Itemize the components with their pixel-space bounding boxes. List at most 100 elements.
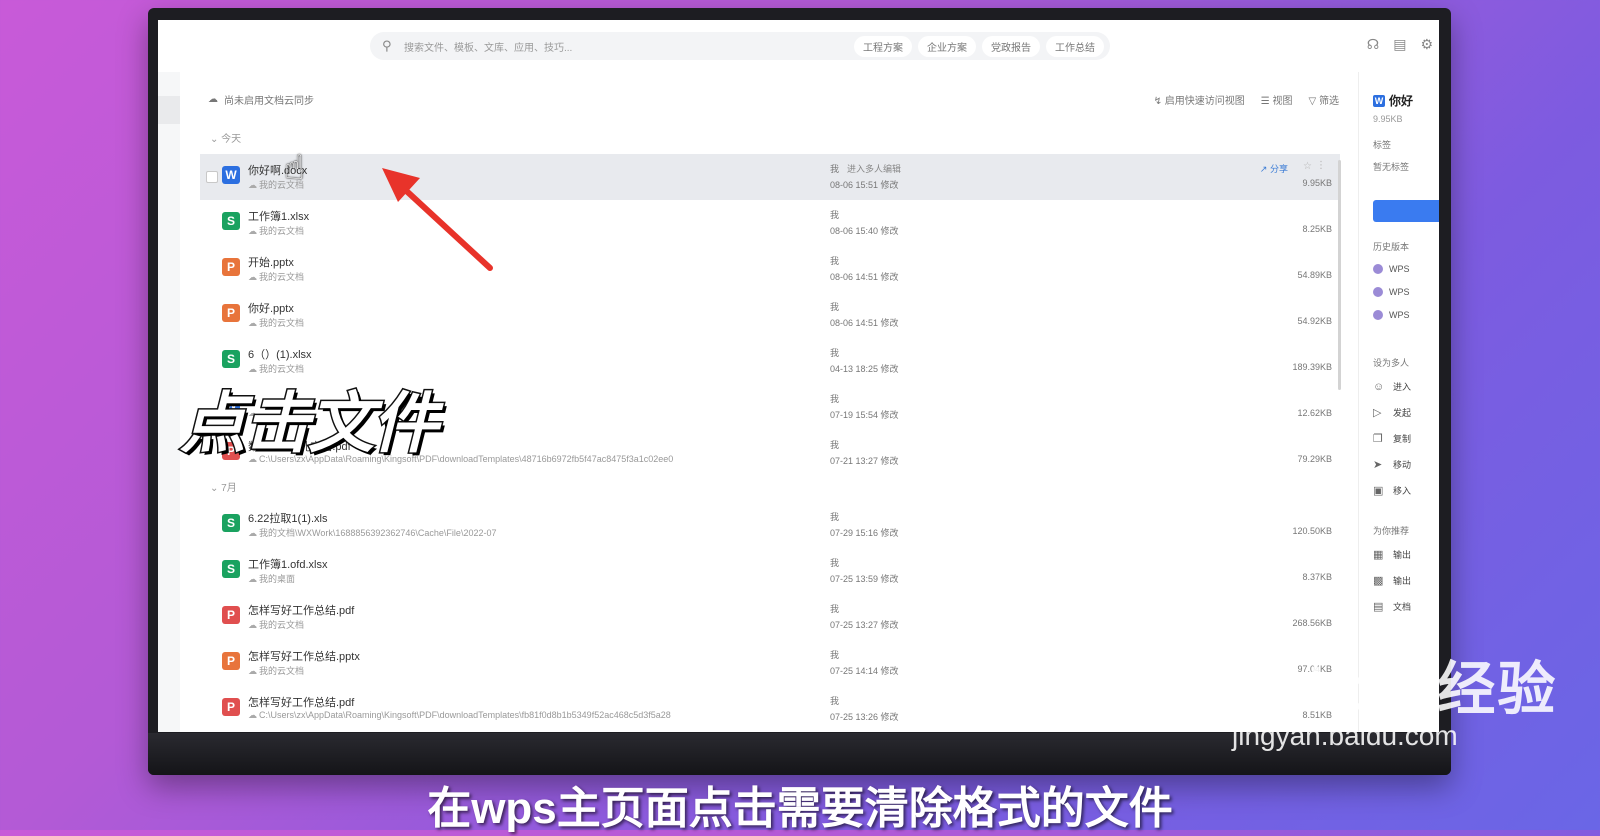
cloud-icon: ☁ <box>208 94 218 105</box>
file-location-text: 我的云文档 <box>259 620 305 630</box>
history-item[interactable]: WPS <box>1373 310 1410 320</box>
file-size: 54.92KB <box>1297 316 1332 326</box>
user-add-icon: ☺ <box>1373 380 1385 393</box>
file-size: 189.39KB <box>1292 362 1332 372</box>
file-owner-text: 我 <box>830 558 840 568</box>
file-location-text: 我的桌面 <box>259 574 296 584</box>
file-modified: 08-06 15:51 修改 <box>830 180 899 190</box>
file-row[interactable]: P 开始.pptx ☁ 我的云文档我 08-06 14:51 修改 54.89KB <box>200 246 1340 292</box>
panel-action[interactable]: ▷ 发起 <box>1373 406 1411 419</box>
chip-enterprise[interactable]: 企业方案 <box>918 35 976 57</box>
star-icon[interactable]: ☆ <box>1303 161 1312 172</box>
panel-multi-label: 设为多人 <box>1373 358 1410 368</box>
group-today[interactable]: ⌄ 今天 <box>210 130 241 145</box>
file-owner-text: 我 <box>830 440 840 450</box>
gear-icon[interactable]: ⚙ <box>1420 36 1433 53</box>
rail-active-item[interactable] <box>158 96 180 124</box>
file-location: ☁ 我的云文档 <box>248 618 304 631</box>
panel-action[interactable]: ▣ 移入 <box>1373 484 1411 497</box>
panel-action[interactable]: ❐ 复制 <box>1373 432 1411 445</box>
search-box[interactable]: ⚲ 搜索文件、模板、文库、应用、技巧... 工程方案 企业方案 党政报告 工作总… <box>370 32 1110 60</box>
file-name[interactable]: 工作簿1.xlsx <box>248 208 309 224</box>
file-name[interactable]: 怎样写好工作总结.pptx <box>248 648 360 664</box>
chip-party-report[interactable]: 党政报告 <box>982 35 1040 57</box>
left-rail <box>158 72 180 732</box>
search-input[interactable]: 搜索文件、模板、文库、应用、技巧... <box>404 39 854 54</box>
history-item[interactable]: WPS <box>1373 287 1410 297</box>
panel-no-tags: 暂无标签 <box>1373 162 1410 172</box>
detail-panel: W 你好 9.95KB 标签 暂无标签 历史版本 WPS WPS WPS 设为多… <box>1358 72 1439 732</box>
watermark-url: jingyan.baidu.com <box>1232 720 1458 751</box>
file-row[interactable]: P 怎样写好工作总结.pptx ☁ 我的云文档我 07-25 14:14 修改 97.04… <box>200 640 1340 686</box>
file-modified: 07-21 13:27 修改 <box>830 456 899 466</box>
file-row[interactable]: P 怎样写好工作总结.pdf ☁ 我的云文档 我 07-25 13:27 修改 268.56… <box>200 594 1340 640</box>
panel-recommend-item[interactable]: ▦ 输出 <box>1373 548 1411 561</box>
image-export-icon: ▩ <box>1373 575 1384 587</box>
file-name[interactable]: 怎样写好工作总结.pdf <box>248 694 354 710</box>
chip-engineering[interactable]: 工程方案 <box>854 35 912 57</box>
file-owner: 我 <box>830 694 839 707</box>
panel-tags-label: 标签 <box>1373 140 1392 150</box>
file-name[interactable]: 6（）(1).xlsx <box>248 346 312 362</box>
file-location-text: 我的云文档 <box>259 666 305 676</box>
file-size: 268.56KB <box>1292 618 1332 628</box>
file-row[interactable]: S 6.22拉取1(1).xls ☁ 我的文档\WXWork\168885639236… <box>200 502 1340 548</box>
list-view-icon: ☰ <box>1260 96 1270 107</box>
file-name[interactable]: 6.22拉取1(1).xls <box>248 510 327 526</box>
word-doc-icon: W <box>1373 94 1385 107</box>
history-item[interactable]: WPS <box>1373 264 1410 274</box>
file-row[interactable]: W 你好啊.docx ☁ 我的云文档我进入多人编辑 08-06 15:51 修改 9.95… <box>200 154 1340 200</box>
export-icon: ▦ <box>1373 549 1384 561</box>
document-icon: ▤ <box>1373 601 1384 613</box>
panel-primary-button[interactable] <box>1373 200 1439 222</box>
group-july[interactable]: ⌄ 7月 <box>210 479 237 494</box>
cloud-icon: ☁ <box>248 710 257 720</box>
file-name[interactable]: 开始.pptx <box>248 254 294 270</box>
quick-view-button[interactable]: ↯ 启用快速访问视图 <box>1154 92 1245 107</box>
filter-icon: ▽ <box>1308 96 1317 107</box>
file-row[interactable]: P 怎样写好工作总结.pdf ☁ C:\Users\zx\AppData\Roamin… <box>200 686 1340 732</box>
file-modified: 08-06 15:40 修改 <box>830 226 899 236</box>
panel-recommend-item[interactable]: ▤ 文档 <box>1373 600 1411 613</box>
sync-status[interactable]: ☁ 尚未启用文档云同步 <box>208 92 314 107</box>
file-owner: 我 <box>830 602 839 615</box>
file-row[interactable]: P 你好.pptx ☁ 我的云文档我 08-06 14:51 修改 54.92KB <box>200 292 1340 338</box>
multi-edit-link[interactable]: 进入多人编辑 <box>847 164 901 174</box>
group-today-label: 今天 <box>221 134 242 145</box>
panel-action[interactable]: ➤ 移动 <box>1373 458 1411 471</box>
file-modified: 07-25 13:27 修改 <box>830 620 899 630</box>
file-type-icon: S <box>222 212 240 230</box>
file-name[interactable]: 工作簿1.ofd.xlsx <box>248 556 327 572</box>
file-modified: 08-06 14:51 修改 <box>830 272 899 282</box>
file-row[interactable]: S 工作簿1.xlsx ☁ 我的云文档我 08-06 15:40 修改 8.25KB <box>200 200 1340 246</box>
panel-recommend-item[interactable]: ▩ 输出 <box>1373 574 1411 587</box>
filter-button[interactable]: ▽ 筛选 <box>1309 92 1339 107</box>
row-checkbox[interactable] <box>206 171 218 183</box>
file-type-icon: P <box>222 606 240 624</box>
cloud-icon: ☁ <box>248 528 257 538</box>
panel-action[interactable]: ☺ 进入 <box>1373 380 1411 393</box>
file-owner: 我 <box>830 208 839 221</box>
history-item-label: WPS <box>1389 310 1410 320</box>
file-size: 8.37KB <box>1302 572 1332 582</box>
share-button[interactable]: ↗ 分享 <box>1260 162 1288 175</box>
shirt-icon[interactable]: ▤ <box>1393 36 1406 53</box>
file-size: 79.29KB <box>1297 454 1332 464</box>
scrollbar[interactable] <box>1338 160 1341 390</box>
headset-icon[interactable]: ☊ <box>1367 36 1379 53</box>
file-location-text: C:\Users\zx\AppData\Roaming\Kingsoft\PDF… <box>259 710 671 720</box>
file-type-icon: P <box>222 698 240 716</box>
file-owner-text: 我 <box>830 512 840 522</box>
file-location: ☁ C:\Users\zx\AppData\Roaming\Kingsoft\PD… <box>248 710 671 721</box>
file-owner: 我 <box>830 254 839 267</box>
file-name[interactable]: 你好.pptx <box>248 300 294 316</box>
avatar-icon <box>1373 287 1383 297</box>
view-button[interactable]: ☰ 视图 <box>1261 92 1293 107</box>
file-name[interactable]: 怎样写好工作总结.pdf <box>248 602 354 618</box>
file-row[interactable]: S 工作簿1.ofd.xlsx ☁ 我的桌面我 07-25 13:59 修改 8.37KB <box>200 548 1340 594</box>
file-location: ☁ 我的云文档 <box>248 270 304 283</box>
more-icon[interactable]: ⋮ <box>1316 160 1326 171</box>
cloud-icon: ☁ <box>248 574 257 584</box>
move-icon: ➤ <box>1373 459 1383 471</box>
chip-work-summary[interactable]: 工作总结 <box>1046 35 1104 57</box>
